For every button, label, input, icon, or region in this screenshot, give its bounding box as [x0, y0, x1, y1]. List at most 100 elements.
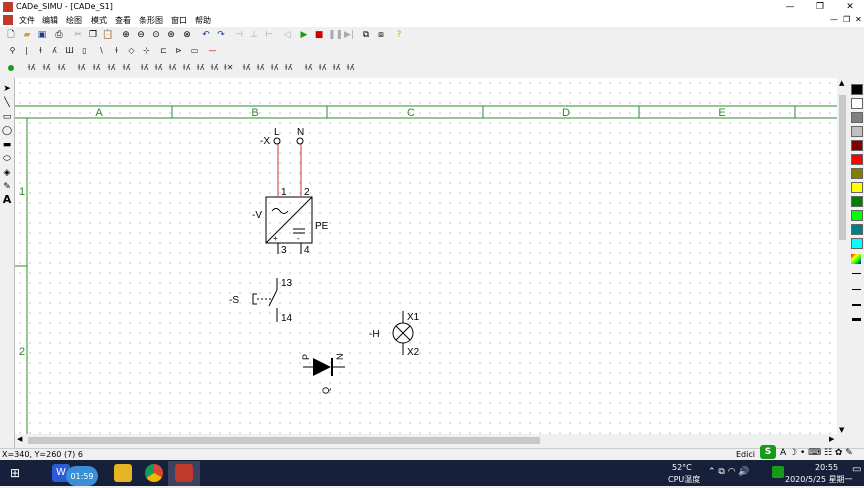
scroll-right-icon[interactable]: ▶ — [829, 435, 834, 443]
child-restore-button[interactable]: ❐ — [843, 15, 850, 24]
terminal-strip-icon[interactable]: ⊏ — [157, 44, 170, 58]
menu-view[interactable]: 查看 — [115, 15, 131, 26]
ellipse-icon[interactable]: ◯ — [1, 125, 13, 137]
contact-set-19-icon[interactable]: ɫʎ — [302, 61, 315, 75]
contact-set-6-icon[interactable]: ɫʎ — [105, 61, 118, 75]
contact-nc-icon[interactable]: ɫ — [34, 44, 47, 58]
contact-set-7-icon[interactable]: ɫʎ — [120, 61, 133, 75]
scroll-down-icon[interactable]: ▼ — [839, 426, 844, 434]
filled-rectangle-icon[interactable]: ▬ — [1, 139, 13, 151]
color-swatch[interactable] — [851, 84, 863, 95]
line-icon[interactable]: ╲ — [1, 97, 13, 109]
paste-icon[interactable]: 📋 — [102, 29, 114, 41]
ime-logo-icon[interactable]: S — [760, 445, 776, 459]
menu-barchart[interactable]: 条形图 — [139, 15, 163, 26]
menu-window[interactable]: 窗口 — [171, 15, 187, 26]
custom-color-swatch[interactable] — [851, 254, 861, 264]
color-swatch[interactable] — [851, 140, 863, 151]
align-left-icon[interactable]: ⊣ — [233, 29, 245, 41]
contact-set-4-icon[interactable]: ɫʎ — [75, 61, 88, 75]
stop-icon[interactable]: ■ — [313, 29, 325, 41]
zoom-in-icon[interactable]: ⊕ — [120, 29, 132, 41]
windows-start-icon[interactable]: ⊞ — [10, 466, 20, 480]
undo-icon[interactable]: ↶ — [200, 29, 212, 41]
switch-icon[interactable]: ʎ — [48, 44, 61, 58]
menu-help[interactable]: 帮助 — [195, 15, 211, 26]
open-folder-icon[interactable]: ▰ — [21, 29, 33, 41]
contact-set-22-icon[interactable]: ɫʎ — [344, 61, 357, 75]
connector-icon[interactable]: ⊳ — [172, 44, 185, 58]
contact-set-11-icon[interactable]: ɫʎ — [180, 61, 193, 75]
close-button[interactable]: ✕ — [838, 0, 862, 14]
contact-set-12-icon[interactable]: ɫʎ — [194, 61, 207, 75]
horizontal-scroll-thumb[interactable] — [28, 437, 540, 444]
line-width-3[interactable] — [852, 304, 861, 306]
maximize-button[interactable]: ❐ — [808, 0, 832, 14]
pin-icon[interactable]: ⚲ — [6, 44, 19, 58]
save-icon[interactable]: ▣ — [36, 29, 48, 41]
frame-icon[interactable]: ⧉ — [360, 29, 372, 41]
timer-nc-icon[interactable]: ɫ — [110, 44, 123, 58]
cut-icon[interactable]: ✂ — [72, 29, 84, 41]
chrome-icon[interactable] — [145, 464, 163, 482]
color-swatch[interactable] — [851, 224, 863, 235]
color-swatch[interactable] — [851, 126, 863, 137]
rotate-icon[interactable]: ◁ — [281, 29, 293, 41]
double-contact-icon[interactable]: Ш — [63, 44, 76, 58]
child-close-button[interactable]: ✕ — [855, 15, 862, 24]
contact-set-5-icon[interactable]: ɫʎ — [90, 61, 103, 75]
drawing-canvas[interactable]: A B C D E 1 2 -X L N 1 2 -V PE + - 3 4 -… — [15, 78, 837, 434]
color-swatch[interactable] — [851, 238, 863, 249]
menu-draw[interactable]: 绘图 — [66, 15, 82, 26]
play-icon[interactable]: ▶ — [298, 29, 310, 41]
minimize-button[interactable]: — — [778, 0, 802, 14]
select-arrow-icon[interactable]: ➤ — [1, 83, 13, 95]
doc-icon[interactable] — [3, 15, 13, 25]
print-icon[interactable]: ⎙ — [53, 29, 65, 41]
line-width-4[interactable] — [852, 318, 861, 321]
vertical-scroll-thumb[interactable] — [839, 95, 846, 240]
ime-tray-icon[interactable] — [772, 466, 784, 478]
zoom-page-icon[interactable]: ⊗ — [181, 29, 193, 41]
color-swatch[interactable] — [851, 196, 863, 207]
wire-icon[interactable]: — — [206, 44, 219, 58]
clock-badge[interactable]: 01:59 — [66, 466, 98, 486]
color-swatch[interactable] — [851, 98, 863, 109]
green-dot-icon[interactable] — [8, 65, 14, 71]
scroll-left-icon[interactable]: ◀ — [17, 435, 22, 443]
contact-set-1-icon[interactable]: ɫʎ — [25, 61, 38, 75]
zoom-out-icon[interactable]: ⊖ — [135, 29, 147, 41]
contact-set-16-icon[interactable]: ɫʎ — [254, 61, 267, 75]
filled-ellipse-icon[interactable]: ⬭ — [1, 153, 13, 165]
ime-toolbar-icons[interactable]: A ☽ • ⌨ ☷ ✿ ✎ — [780, 448, 853, 458]
color-swatch[interactable] — [851, 168, 863, 179]
contact-set-3-icon[interactable]: ɫʎ — [55, 61, 68, 75]
color-swatch[interactable] — [851, 112, 863, 123]
menu-edit[interactable]: 编辑 — [42, 15, 58, 26]
rectangle-icon[interactable]: ▭ — [1, 111, 13, 123]
pencil-icon[interactable]: ✎ — [1, 181, 13, 193]
coil-icon[interactable]: ▯ — [78, 44, 91, 58]
contact-set-18-icon[interactable]: ɫʎ — [282, 61, 295, 75]
contact-set-2-icon[interactable]: ɫʎ — [40, 61, 53, 75]
help-icon[interactable]: ? — [393, 29, 405, 41]
line-width-1[interactable] — [852, 273, 861, 274]
diamond-icon[interactable]: ◇ — [125, 44, 138, 58]
menu-file[interactable]: 文件 — [19, 15, 35, 26]
cross-icon[interactable]: ⊹ — [140, 44, 153, 58]
color-swatch[interactable] — [851, 182, 863, 193]
contact-set-15-icon[interactable]: ɫʎ — [240, 61, 253, 75]
menu-mode[interactable]: 模式 — [91, 15, 107, 26]
align-right-icon[interactable]: ⊢ — [263, 29, 275, 41]
color-swatch[interactable] — [851, 210, 863, 221]
block-icon[interactable]: ▭ — [188, 44, 201, 58]
text-tool-icon[interactable]: A — [1, 194, 13, 206]
pause-icon[interactable]: ❚❚ — [328, 29, 343, 41]
notification-icon[interactable]: ▭ — [852, 464, 861, 475]
line-width-2[interactable] — [852, 289, 861, 290]
fill-bucket-icon[interactable]: ◈ — [1, 167, 13, 179]
contact-set-8-icon[interactable]: ɫʎ — [138, 61, 151, 75]
new-file-icon[interactable]: 🗋 — [5, 29, 17, 41]
child-minimize-button[interactable]: — — [830, 15, 838, 24]
contact-set-10-icon[interactable]: ɫʎ — [166, 61, 179, 75]
